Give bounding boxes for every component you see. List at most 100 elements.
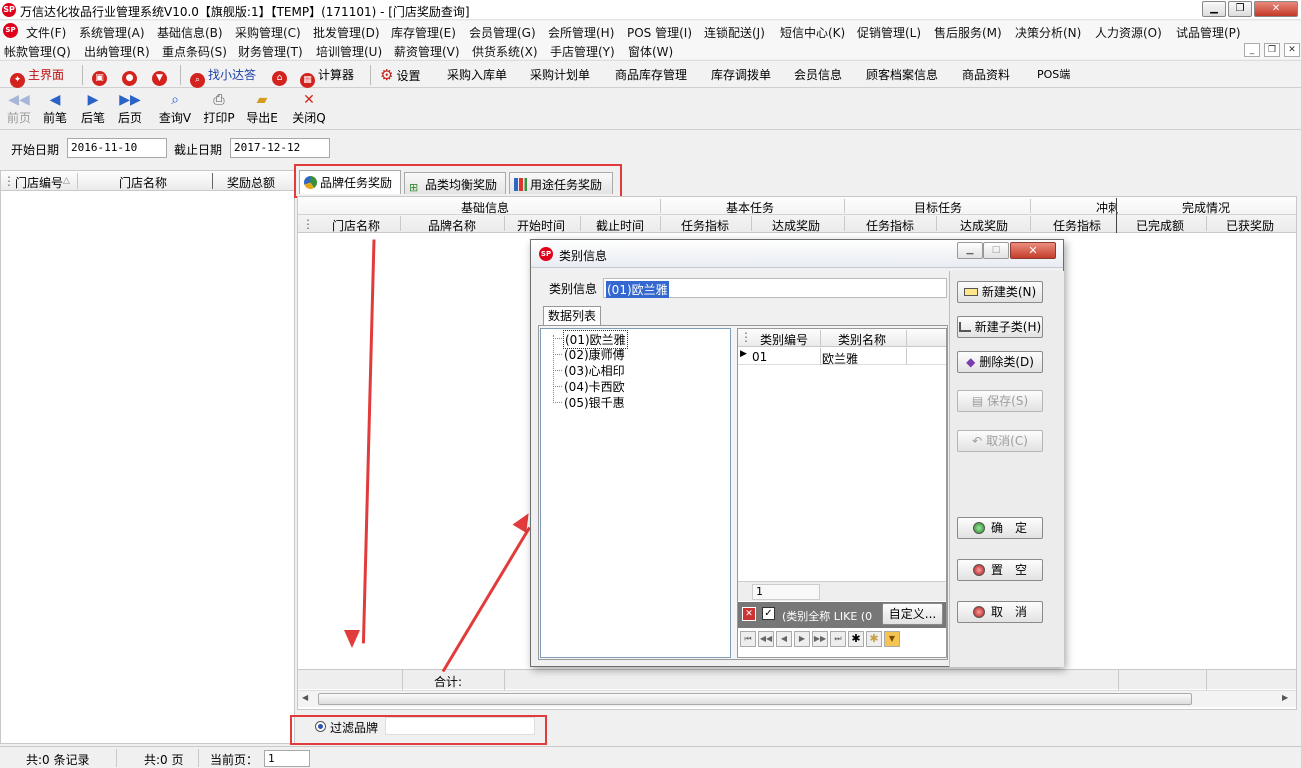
col-base-target[interactable]: 任务指标: [681, 217, 729, 234]
quick-link-purchase-plan[interactable]: 采购计划单: [530, 66, 590, 83]
nav-next-icon[interactable]: ▶: [794, 631, 810, 647]
query-button[interactable]: ⌕ 查询V: [158, 91, 192, 126]
tree-item[interactable]: (02)康师傅: [564, 346, 625, 363]
menu-inventory[interactable]: 库存管理(E): [391, 24, 456, 41]
delete-category-button[interactable]: ◆ 删除类(D): [957, 351, 1043, 373]
dialog-maximize-icon[interactable]: □: [983, 242, 1009, 259]
tree-item[interactable]: (03)心相印: [564, 362, 625, 379]
menu-training[interactable]: 培训管理(U): [316, 43, 382, 60]
mdi-minimize-icon[interactable]: _: [1244, 43, 1260, 57]
menu-file[interactable]: 文件(F): [26, 24, 66, 41]
col-category-code[interactable]: 类别编号: [760, 331, 808, 348]
maximize-icon[interactable]: ❐: [1228, 1, 1252, 17]
prev-record-button[interactable]: ◀ 前笔: [42, 91, 68, 126]
tree-item[interactable]: (05)银千惠: [564, 394, 625, 411]
dialog-minimize-icon[interactable]: ▁: [957, 242, 983, 259]
shield-button[interactable]: ▼: [152, 66, 170, 86]
menu-salary[interactable]: 薪资管理(V): [394, 43, 460, 60]
col-reward-total[interactable]: 奖励总额: [227, 174, 275, 191]
col-brand-name[interactable]: 品牌名称: [428, 217, 476, 234]
quick-link-customer[interactable]: 顾客档案信息: [866, 66, 938, 83]
menu-sms[interactable]: 短信中心(K): [780, 24, 845, 41]
menu-service[interactable]: 售后服务(M): [934, 24, 1002, 41]
cancel-edit-button[interactable]: ↶ 取消(C): [957, 430, 1043, 452]
lock-button[interactable]: ▣: [92, 66, 110, 86]
current-page-input[interactable]: 1: [264, 750, 310, 767]
quick-link-purchase-in[interactable]: 采购入库单: [447, 66, 507, 83]
nav-prev-page-icon[interactable]: ◀◀: [758, 631, 774, 647]
col-target-reward[interactable]: 达成奖励: [960, 217, 1008, 234]
menu-finance[interactable]: 财务管理(T): [238, 43, 303, 60]
nav-last-icon[interactable]: ⏭: [830, 631, 846, 647]
quick-link-product[interactable]: 商品资料: [962, 66, 1010, 83]
menu-analysis[interactable]: 决策分析(N): [1015, 24, 1081, 41]
chat-button[interactable]: ●: [122, 66, 140, 86]
col-store-name[interactable]: 门店名称: [119, 174, 167, 191]
menu-hr[interactable]: 人力资源(O): [1095, 24, 1162, 41]
house-button[interactable]: ⌂: [272, 66, 290, 86]
col-start-time[interactable]: 开始时间: [517, 217, 565, 234]
menu-wholesale[interactable]: 批发管理(D): [313, 24, 380, 41]
start-date-input[interactable]: 2016-11-10: [67, 138, 167, 158]
col-base-reward[interactable]: 达成奖励: [772, 217, 820, 234]
clear-button[interactable]: 置 空: [957, 559, 1043, 581]
menu-supply[interactable]: 供货系统(X): [472, 43, 538, 60]
home-button[interactable]: ✦ 主界面: [10, 66, 64, 88]
menu-member[interactable]: 会员管理(G): [469, 24, 536, 41]
col-store-code[interactable]: 门店编号: [15, 174, 63, 191]
cancel-button[interactable]: 取 消: [957, 601, 1043, 623]
col-store-name[interactable]: 门店名称: [332, 217, 380, 234]
col-sprint-target[interactable]: 任务指标: [1053, 217, 1101, 234]
close-window-icon[interactable]: ✕: [1254, 1, 1298, 17]
find-helper-button[interactable]: ⌕ 找小达答: [190, 66, 256, 88]
customize-filter-button[interactable]: 自定义...: [882, 603, 943, 625]
nav-mark-icon[interactable]: ✱: [848, 631, 864, 647]
menu-club[interactable]: 会所管理(H): [548, 24, 614, 41]
scroll-thumb[interactable]: [318, 693, 1192, 705]
calculator-button[interactable]: ▦ 计算器: [300, 66, 354, 88]
minimize-icon[interactable]: ▁: [1202, 1, 1226, 17]
new-category-button[interactable]: 新建类(N): [957, 281, 1043, 303]
nav-prev-icon[interactable]: ◀: [776, 631, 792, 647]
close-button[interactable]: ✕ 关闭Q: [292, 91, 326, 126]
menu-system[interactable]: 系统管理(A): [79, 24, 145, 41]
col-target-target[interactable]: 任务指标: [866, 217, 914, 234]
quick-link-stock[interactable]: 商品库存管理: [615, 66, 687, 83]
col-category-name[interactable]: 类别名称: [838, 331, 886, 348]
scroll-right-icon[interactable]: ▶: [1282, 693, 1288, 702]
menu-chain[interactable]: 连锁配送(J): [704, 24, 765, 41]
filter-clear-icon[interactable]: ✕: [742, 607, 756, 621]
col-end-time[interactable]: 截止时间: [596, 217, 644, 234]
end-date-input[interactable]: 2017-12-12: [230, 138, 330, 158]
menu-store[interactable]: 手店管理(Y): [550, 43, 615, 60]
next-record-button[interactable]: ▶ 后笔: [80, 91, 106, 126]
category-info-input[interactable]: (01)欧兰雅: [603, 278, 947, 298]
nav-filter-icon[interactable]: ▼: [884, 631, 900, 647]
quick-link-pos[interactable]: POS端: [1037, 66, 1070, 82]
nav-next-page-icon[interactable]: ▶▶: [812, 631, 828, 647]
col-completed[interactable]: 已完成额: [1136, 217, 1184, 234]
last-page-button[interactable]: ▶▶ 后页: [117, 91, 143, 126]
grid-horizontal-scrollbar[interactable]: ◀ ▶: [298, 690, 1296, 707]
print-button[interactable]: ⎙ 打印P: [202, 91, 236, 126]
menu-basic[interactable]: 基础信息(B): [157, 24, 223, 41]
first-page-button[interactable]: ◀◀ 前页: [6, 91, 32, 126]
tab-data-list[interactable]: 数据列表: [543, 306, 601, 326]
filter-enable-checkbox[interactable]: ✓: [762, 607, 775, 620]
quick-link-transfer[interactable]: 库存调拨单: [711, 66, 771, 83]
mdi-close-icon[interactable]: ✕: [1284, 43, 1300, 57]
menu-purchase[interactable]: 采购管理(C): [235, 24, 301, 41]
export-button[interactable]: ▰ 导出E: [244, 91, 280, 126]
ok-button[interactable]: 确 定: [957, 517, 1043, 539]
save-button[interactable]: ▤ 保存(S): [957, 390, 1043, 412]
scroll-left-icon[interactable]: ◀: [302, 693, 308, 702]
menu-pos[interactable]: POS 管理(I): [627, 24, 692, 41]
table-row[interactable]: ▶ 01 欧兰雅: [738, 348, 946, 366]
menu-cashier[interactable]: 出纳管理(R): [84, 43, 150, 60]
dialog-close-icon[interactable]: ✕: [1010, 242, 1056, 259]
mdi-restore-icon[interactable]: ❐: [1264, 43, 1280, 57]
nav-first-icon[interactable]: ⏮: [740, 631, 756, 647]
menu-samples[interactable]: 试品管理(P): [1176, 24, 1241, 41]
quick-link-member[interactable]: 会员信息: [794, 66, 842, 83]
new-subcategory-button[interactable]: 新建子类(H): [957, 316, 1043, 338]
